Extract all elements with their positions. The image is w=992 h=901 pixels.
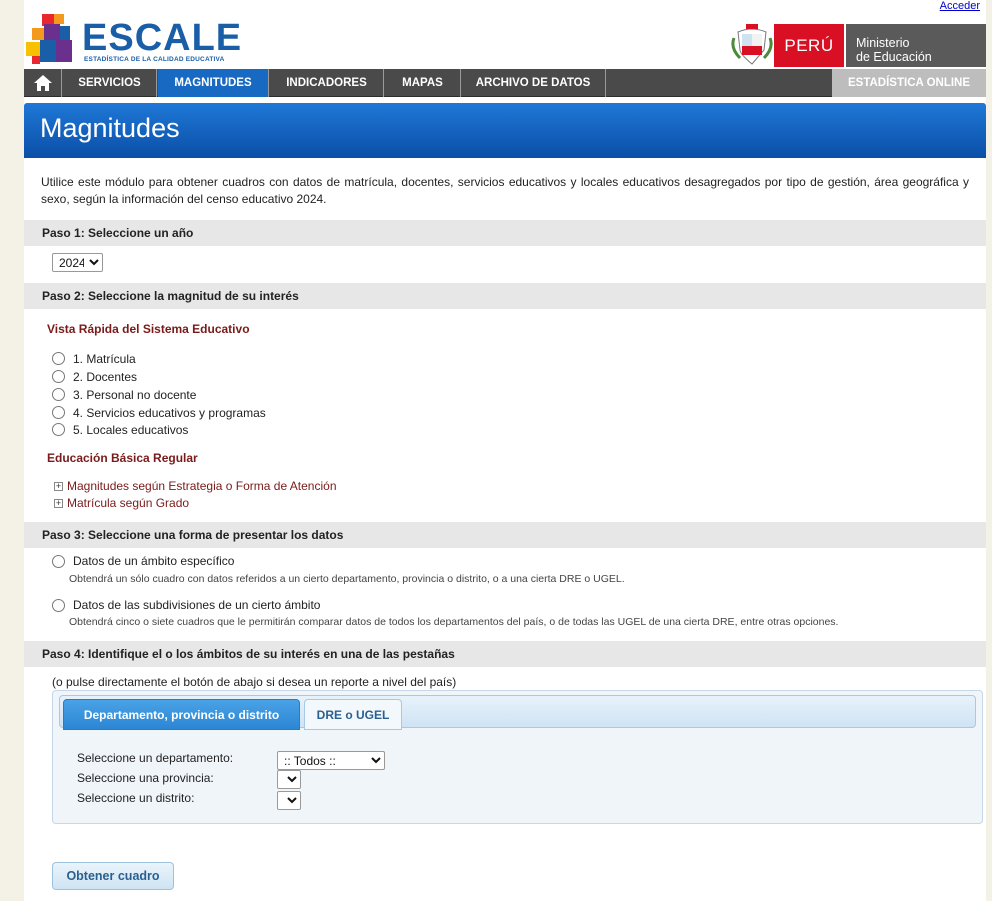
radio-button[interactable] [52, 388, 65, 401]
magnitude-option-docentes[interactable]: 2. Docentes [52, 368, 137, 385]
page-container: Acceder ESCALE ESTADÍSTICA DE LA CALIDAD… [24, 0, 986, 901]
year-select[interactable]: 2024 [52, 253, 103, 272]
step-4-header: Paso 4: Identifique el o los ámbitos de … [24, 641, 986, 667]
district-label: Seleccione un distrito: [77, 791, 195, 805]
scope-tabs-panel: Departamento, provincia o distrito DRE o… [52, 690, 983, 824]
tab-dre-ugel[interactable]: DRE o UGEL [304, 699, 402, 730]
tab-departamento[interactable]: Departamento, provincia o distrito [63, 699, 300, 730]
radio-button[interactable] [52, 406, 65, 419]
tree-item-estrategia[interactable]: + Magnitudes según Estrategia o Forma de… [54, 478, 337, 494]
option-label: 5. Locales educativos [73, 422, 189, 437]
step-1-header: Paso 1: Seleccione un año [24, 220, 986, 246]
tree-item-grado[interactable]: + Matrícula según Grado [54, 495, 189, 511]
radio-button[interactable] [52, 370, 65, 383]
main-nav: SERVICIOS MAGNITUDES INDICADORES MAPAS A… [24, 69, 986, 97]
expand-plus-icon[interactable]: + [54, 498, 63, 508]
option-label: 3. Personal no docente [73, 387, 197, 402]
nav-estadistica-online[interactable]: ESTADÍSTICA ONLINE [832, 69, 986, 97]
login-link[interactable]: Acceder [940, 0, 980, 12]
province-select[interactable] [277, 770, 301, 789]
step-2-header: Paso 2: Seleccione la magnitud de su int… [24, 283, 986, 309]
radio-button[interactable] [52, 598, 65, 612]
expand-plus-icon[interactable]: + [54, 481, 63, 491]
tree-item-label[interactable]: Magnitudes según Estrategia o Forma de A… [67, 479, 337, 493]
presentation-option-subdivisions[interactable]: Datos de las subdivisiones de un cierto … [52, 598, 320, 612]
magnitude-option-servicios[interactable]: 4. Servicios educativos y programas [52, 404, 266, 421]
magnitude-option-personal-no-docente[interactable]: 3. Personal no docente [52, 386, 196, 403]
tabs-header: Departamento, provincia o distrito DRE o… [59, 695, 976, 730]
home-icon [33, 75, 52, 91]
presentation-option-specific[interactable]: Datos de un ámbito específico [52, 554, 234, 568]
escale-logo-icon [26, 14, 72, 64]
option-label: Datos de un ámbito específico [73, 554, 235, 568]
province-label: Seleccione una provincia: [77, 771, 214, 785]
option-description: Obtendrá cinco o siete cuadros que le pe… [69, 616, 839, 628]
step-4-hint: (o pulse directamente el botón de abajo … [52, 675, 457, 689]
logo-subtitle: ESTADÍSTICA DE LA CALIDAD EDUCATIVA [84, 56, 225, 63]
intro-text: Utilice este módulo para obtener cuadros… [41, 175, 969, 206]
department-select[interactable]: :: Todos :: [277, 751, 385, 770]
ministry-line-2: de Educación [856, 50, 932, 64]
radio-button[interactable] [52, 554, 65, 568]
nav-item-indicadores[interactable]: INDICADORES [270, 69, 384, 97]
step-3-header: Paso 3: Seleccione una forma de presenta… [24, 522, 986, 548]
obtener-cuadro-button[interactable]: Obtener cuadro [52, 862, 174, 890]
option-label: 1. Matrícula [73, 351, 136, 366]
escale-logo[interactable]: ESCALE ESTADÍSTICA DE LA CALIDAD EDUCATI… [26, 12, 246, 66]
nav-home-button[interactable] [24, 69, 62, 97]
nav-item-servicios[interactable]: SERVICIOS [63, 69, 157, 97]
quick-view-title: Vista Rápida del Sistema Educativo [47, 322, 250, 336]
page-title: Magnitudes [40, 113, 180, 143]
ministry-line-1: Ministerio [856, 36, 910, 50]
tree-item-label[interactable]: Matrícula según Grado [67, 496, 189, 510]
ebr-title: Educación Básica Regular [47, 451, 198, 465]
nav-item-mapas[interactable]: MAPAS [385, 69, 461, 97]
radio-button[interactable] [52, 423, 65, 436]
peru-label: PERÚ [774, 24, 844, 67]
magnitude-option-matricula[interactable]: 1. Matrícula [52, 350, 136, 367]
nav-item-archivo-de-datos[interactable]: ARCHIVO DE DATOS [461, 69, 606, 97]
district-select[interactable] [277, 791, 301, 810]
ministry-label: Ministerio de Educación [846, 24, 986, 67]
page-title-bar: Magnitudes [24, 103, 986, 158]
logo-wordmark: ESCALE [82, 17, 243, 59]
option-description: Obtendrá un sólo cuadro con datos referi… [69, 573, 625, 585]
option-label: 2. Docentes [73, 369, 138, 384]
option-label: Datos de las subdivisiones de un cierto … [73, 598, 321, 612]
nav-item-magnitudes[interactable]: MAGNITUDES [158, 69, 269, 97]
peru-coat-of-arms-icon [731, 24, 773, 65]
option-label: 4. Servicios educativos y programas [73, 405, 266, 420]
government-branding[interactable]: PERÚ Ministerio de Educación [730, 24, 986, 67]
page-left-margin [0, 0, 24, 901]
department-label: Seleccione un departamento: [77, 751, 234, 765]
radio-button[interactable] [52, 352, 65, 365]
magnitude-option-locales[interactable]: 5. Locales educativos [52, 421, 188, 438]
